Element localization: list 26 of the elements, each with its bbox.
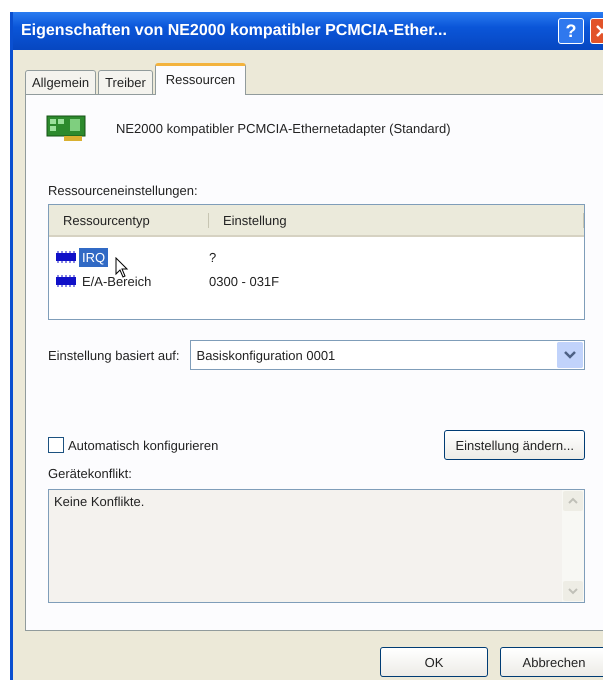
change-setting-button[interactable]: Einstellung ändern... bbox=[444, 430, 585, 460]
chip-icon bbox=[55, 251, 77, 263]
tab[interactable]: Treiber bbox=[98, 70, 153, 94]
checkbox-label: Automatisch konfigurieren bbox=[68, 438, 218, 452]
window-title: Eigenschaften von NE2000 kompatibler PCMCIA-Ether... bbox=[21, 22, 448, 40]
device-name: NE2000 kompatibler PCMCIA-Ethernetadapter (Standard) bbox=[116, 120, 451, 136]
resource-type[interactable]: E/A-Bereich bbox=[79, 272, 154, 290]
network-card-icon bbox=[46, 113, 86, 143]
column-header[interactable]: Ressourcentyp bbox=[49, 212, 209, 228]
conflict-text: Keine Konflikte. bbox=[53, 493, 146, 511]
resource-type[interactable]: IRQ bbox=[79, 248, 108, 266]
field-label: Einstellung basiert auf: bbox=[48, 348, 180, 362]
tab[interactable]: Allgemein bbox=[25, 70, 96, 94]
dialog-button[interactable]: Abbrechen bbox=[500, 647, 603, 677]
dialog-button[interactable]: OK bbox=[380, 647, 488, 677]
section-label: Gerätekonflikt: bbox=[48, 466, 133, 481]
column-header[interactable]: Einstellung bbox=[209, 212, 584, 228]
tab[interactable]: Ressourcen bbox=[154, 63, 246, 95]
resource-setting: 0300 - 031F bbox=[209, 274, 280, 288]
resource-setting: ? bbox=[209, 250, 218, 264]
section-label: Ressourceneinstellungen: bbox=[48, 183, 199, 198]
chip-icon bbox=[55, 275, 77, 287]
help-button[interactable]: ? bbox=[558, 18, 584, 44]
dropdown-arrow-icon bbox=[557, 342, 583, 368]
checkbox[interactable] bbox=[48, 437, 64, 453]
configuration-dropdown[interactable]: Basiskonfiguration 0001 bbox=[190, 340, 585, 370]
